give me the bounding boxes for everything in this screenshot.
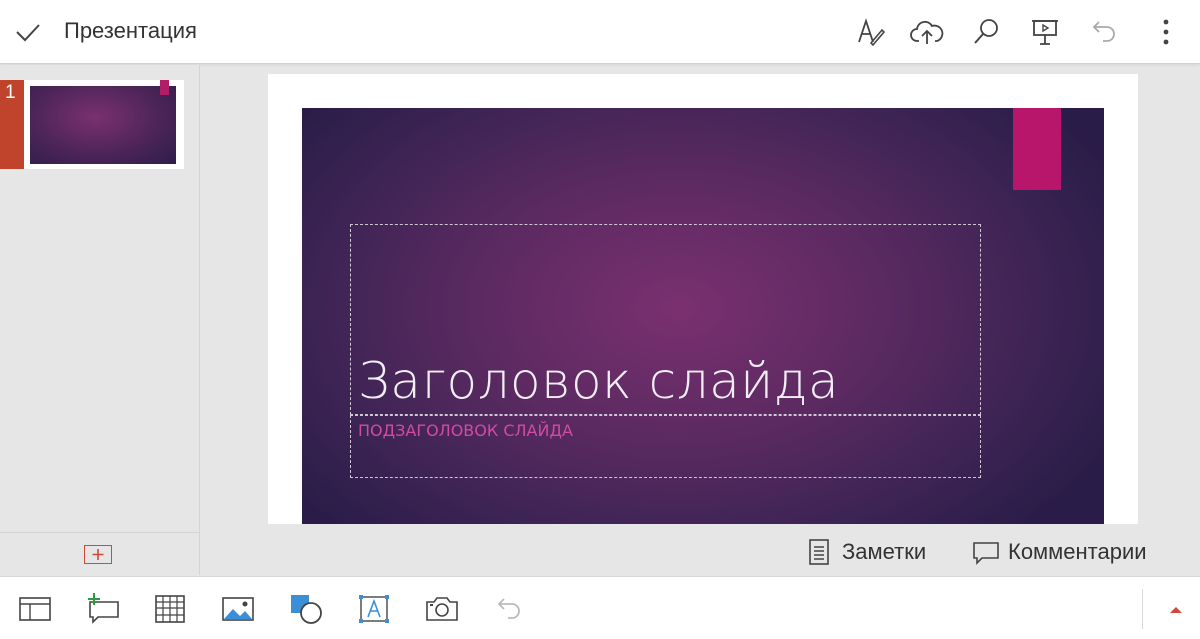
present-icon[interactable] [1027,14,1063,50]
camera-icon[interactable] [424,591,460,627]
toolbar-divider [1142,589,1143,629]
add-slide-button[interactable] [84,545,112,564]
undo-icon[interactable] [1087,14,1123,50]
notes-icon [809,539,829,565]
pen-text-icon[interactable] [852,14,888,50]
search-icon[interactable] [968,14,1004,50]
undo-icon[interactable] [492,591,528,627]
thumbnail-background [30,86,176,164]
slide-thumbnail[interactable] [24,80,184,169]
picture-icon[interactable] [220,591,256,627]
comments-label: Комментарии [1008,539,1147,564]
notes-button[interactable]: Заметки [808,538,926,566]
cloud-upload-icon[interactable] [909,14,945,50]
add-slide-area [0,532,200,575]
thumbnail-accent [160,80,169,95]
shapes-icon[interactable] [288,591,324,627]
notes-label: Заметки [842,539,927,564]
slide-number: 1 [0,80,24,169]
top-toolbar: Презентация [0,0,1200,64]
new-comment-icon[interactable] [84,591,120,627]
expand-up-icon[interactable] [1158,591,1194,627]
table-icon[interactable] [152,591,188,627]
slide-title[interactable]: Заголовок слайда [358,352,839,410]
document-title[interactable]: Презентация [64,18,197,44]
comments-button[interactable]: Комментарии [972,538,1147,566]
slide-subtitle[interactable]: ПОДЗАГОЛОВОК СЛАЙДА [358,421,573,440]
more-icon[interactable] [1148,14,1184,50]
comment-icon [973,542,999,565]
layout-icon[interactable] [17,591,53,627]
slide-accent-tag [1013,108,1061,190]
textbox-icon[interactable] [356,591,392,627]
check-icon[interactable] [12,16,44,48]
bottom-toolbar [0,576,1200,639]
